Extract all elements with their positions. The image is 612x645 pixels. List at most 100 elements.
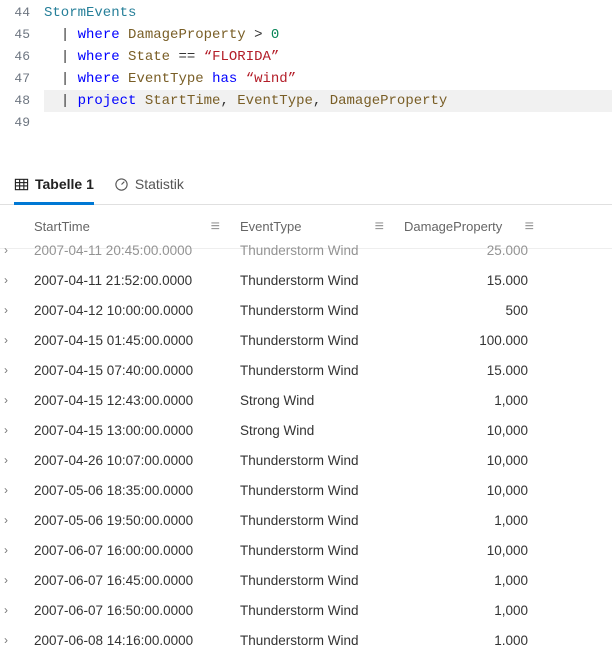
table-row[interactable]: › 2007-06-08 14:16:00.0000Thunderstorm Wi… xyxy=(0,625,612,645)
cell-eventtype: Thunderstorm Wind xyxy=(232,633,396,645)
code-token: has xyxy=(212,71,237,87)
cell-damageproperty: 10,000 xyxy=(396,483,546,498)
column-label: StartTime xyxy=(34,219,90,234)
table-row[interactable]: ›2007-04-11 21:52:00.0000Thunderstorm Wi… xyxy=(0,265,612,295)
gauge-icon xyxy=(114,177,129,192)
table-row[interactable]: ›2007-04-15 12:43:00.0000Strong Wind1,00… xyxy=(0,385,612,415)
table-row[interactable]: › 2007-04-15 01:45:00.0000Thunderstorm Wi… xyxy=(0,325,612,355)
expand-chevron-icon[interactable]: › xyxy=(4,333,8,347)
code-token: DamageProperty xyxy=(330,93,448,109)
cell-starttime: 2007-04-15 13:00:00.0000 xyxy=(26,423,232,438)
cell-damageproperty: 1,000 xyxy=(396,573,546,588)
cell-eventtype: Thunderstorm Wind xyxy=(232,363,396,378)
code-token: “wind” xyxy=(246,71,296,87)
code-token: DamageProperty xyxy=(128,27,246,43)
code-token: | xyxy=(61,93,69,109)
expand-chevron-icon[interactable]: › xyxy=(4,393,8,407)
expand-chevron-icon[interactable]: › xyxy=(4,573,8,587)
cell-eventtype: Strong Wind xyxy=(232,393,396,408)
expand-chevron-icon[interactable]: › xyxy=(4,453,8,467)
expand-chevron-icon[interactable]: › xyxy=(4,243,8,257)
code-token: , xyxy=(313,93,321,109)
cell-damageproperty: 1,000 xyxy=(396,633,546,645)
code-token: | xyxy=(61,49,69,65)
code-token: EventType xyxy=(128,71,204,87)
cell-eventtype: Thunderstorm Wind xyxy=(232,303,396,318)
table-row[interactable]: › 2007-04-15 07:40:00.0000Thunderstorm Wi… xyxy=(0,355,612,385)
code-token: == xyxy=(178,49,195,65)
expand-chevron-icon[interactable]: › xyxy=(4,543,8,557)
cell-eventtype: Thunderstorm Wind xyxy=(232,483,396,498)
expand-chevron-icon[interactable]: › xyxy=(4,513,8,527)
tab-label: Statistik xyxy=(135,176,184,192)
code-token: , xyxy=(220,93,228,109)
table-row[interactable]: ›2007-06-07 16:45:00.0000Thunderstorm Wi… xyxy=(0,565,612,595)
cell-starttime: 2007-06-08 14:16:00.0000 xyxy=(26,633,232,645)
code-token: | xyxy=(61,27,69,43)
line-number: 44 xyxy=(0,2,44,24)
cell-damageproperty: 25.000 xyxy=(396,243,546,258)
table-row[interactable]: › 2007-06-07 16:00:00.0000Thunderstorm Wi… xyxy=(0,535,612,565)
cell-damageproperty: 1,000 xyxy=(396,603,546,618)
cell-eventtype: Thunderstorm Wind xyxy=(232,543,396,558)
expand-chevron-icon[interactable]: › xyxy=(4,273,8,287)
code-token: where xyxy=(78,49,120,65)
expand-chevron-icon[interactable]: › xyxy=(4,603,8,617)
grid-body[interactable]: ›2007-04-11 20:45:00.0000Thunderstorm Wi… xyxy=(0,235,612,645)
table-row[interactable]: ›2007-05-06 18:35:00.0000Thunderstorm Wi… xyxy=(0,475,612,505)
code-token: project xyxy=(78,93,137,109)
cell-damageproperty: 100.000 xyxy=(396,333,546,348)
column-header-starttime[interactable]: StartTime ≡ xyxy=(26,219,232,234)
table-row[interactable]: ›2007-04-26 10:07:00.0000Thunderstorm Wi… xyxy=(0,445,612,475)
cell-eventtype: Strong Wind xyxy=(232,423,396,438)
cell-starttime: 2007-04-15 07:40:00.0000 xyxy=(26,363,232,378)
line-number: 49 xyxy=(0,112,44,134)
column-menu-icon[interactable]: ≡ xyxy=(211,222,220,232)
code-token: 0 xyxy=(271,27,279,43)
column-header-eventtype[interactable]: EventType ≡ xyxy=(232,219,396,234)
table-icon xyxy=(14,177,29,192)
code-token: > xyxy=(254,27,262,43)
cell-starttime: 2007-06-07 16:50:00.0000 xyxy=(26,603,232,618)
table-row[interactable]: ›2007-04-12 10:00:00.0000Thunderstorm Wi… xyxy=(0,295,612,325)
table-row[interactable]: › 2007-06-07 16:50:00.0000Thunderstorm Wi… xyxy=(0,595,612,625)
cell-eventtype: Thunderstorm Wind xyxy=(232,453,396,468)
cell-damageproperty: 15.000 xyxy=(396,363,546,378)
code-editor[interactable]: 44 StormEvents 45 | where DamageProperty… xyxy=(0,0,612,142)
tab-table[interactable]: Tabelle 1 xyxy=(14,170,94,205)
table-row[interactable]: ›2007-05-06 19:50:00.0000Thunderstorm Wi… xyxy=(0,505,612,535)
cell-eventtype: Thunderstorm Wind xyxy=(232,603,396,618)
cell-damageproperty: 10,000 xyxy=(396,423,546,438)
code-token: StormEvents xyxy=(44,5,136,21)
tab-label: Tabelle 1 xyxy=(35,176,94,192)
line-number: 46 xyxy=(0,46,44,68)
code-token: State xyxy=(128,49,170,65)
cell-starttime: 2007-04-11 21:52:00.0000 xyxy=(26,273,232,288)
expand-chevron-icon[interactable]: › xyxy=(4,633,8,645)
column-menu-icon[interactable]: ≡ xyxy=(525,222,534,232)
column-header-damageproperty[interactable]: DamageProperty ≡ xyxy=(396,219,546,234)
column-menu-icon[interactable]: ≡ xyxy=(375,222,384,232)
cell-starttime: 2007-04-15 01:45:00.0000 xyxy=(26,333,232,348)
cell-damageproperty: 15.000 xyxy=(396,273,546,288)
code-token: where xyxy=(78,71,120,87)
code-token: “FLORIDA” xyxy=(204,49,280,65)
code-token: where xyxy=(78,27,120,43)
expand-chevron-icon[interactable]: › xyxy=(4,423,8,437)
cell-starttime: 2007-05-06 19:50:00.0000 xyxy=(26,513,232,528)
cell-eventtype: Thunderstorm Wind xyxy=(232,333,396,348)
expand-chevron-icon[interactable]: › xyxy=(4,363,8,377)
cell-starttime: 2007-04-15 12:43:00.0000 xyxy=(26,393,232,408)
expand-chevron-icon[interactable]: › xyxy=(4,303,8,317)
tab-statistics[interactable]: Statistik xyxy=(114,170,184,205)
cell-eventtype: Thunderstorm Wind xyxy=(232,243,396,258)
cell-starttime: 2007-06-07 16:00:00.0000 xyxy=(26,543,232,558)
line-number: 48 xyxy=(0,90,44,112)
table-row[interactable]: › 2007-04-15 13:00:00.0000Strong Wind10,0… xyxy=(0,415,612,445)
table-row[interactable]: › 2007-04-11 20:45:00.0000Thunderstorm Wi… xyxy=(0,235,612,265)
code-token: | xyxy=(61,71,69,87)
cell-starttime: 2007-04-11 20:45:00.0000 xyxy=(26,243,232,258)
line-number: 45 xyxy=(0,24,44,46)
code-token: StartTime xyxy=(145,93,221,109)
expand-chevron-icon[interactable]: › xyxy=(4,483,8,497)
